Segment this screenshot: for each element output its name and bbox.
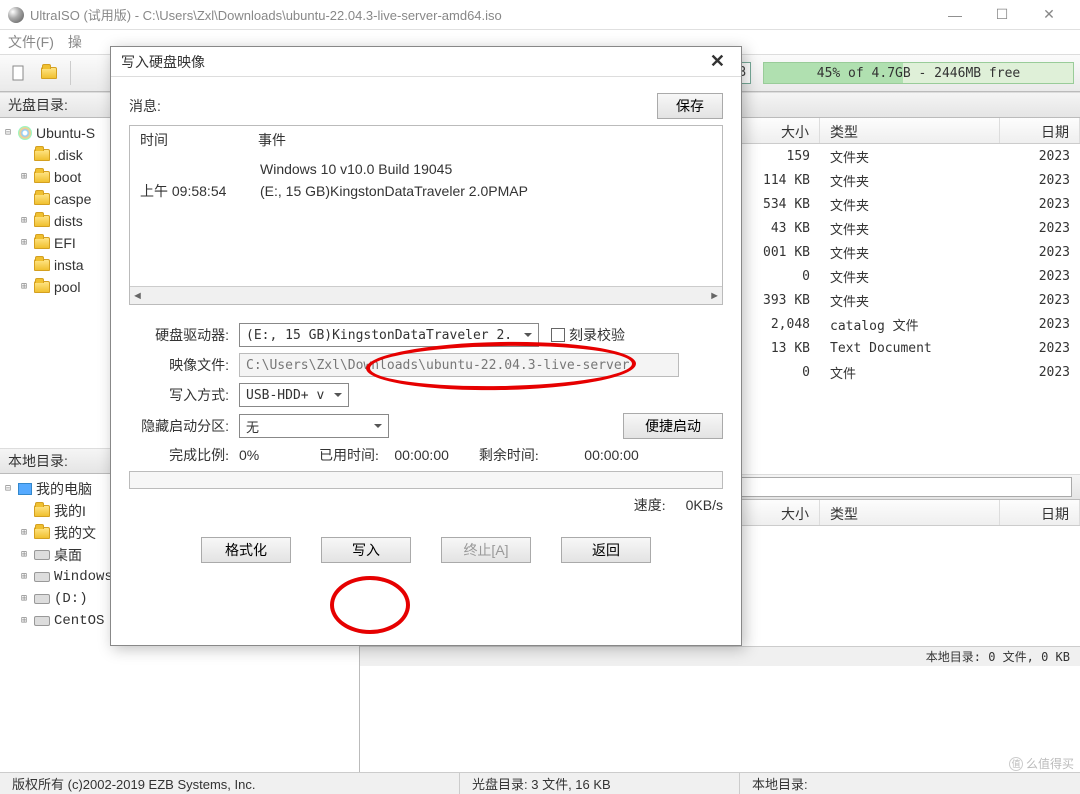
col-time-label: 时间 — [140, 130, 168, 150]
tree-item[interactable]: 我的I — [54, 500, 86, 522]
watermark: 值么值得买 — [1009, 755, 1074, 772]
image-file-label: 映像文件: — [129, 355, 239, 375]
hide-boot-combo[interactable]: 无 — [239, 414, 389, 438]
folder-icon — [34, 237, 50, 249]
capacity-bar: 45% of 4.7GB - 2446MB free — [763, 62, 1074, 84]
tree-item[interactable]: insta — [54, 254, 84, 276]
msg-event: (E:, 15 GB)KingstonDataTraveler 2.0PMAP — [260, 183, 528, 199]
desktop-icon — [34, 550, 50, 560]
status-disc: 光盘目录: 3 文件, 16 KB — [460, 773, 740, 794]
progress-bar — [129, 471, 723, 489]
tb-open-icon[interactable] — [36, 60, 62, 86]
write-disk-image-dialog: 写入硬盘映像 ✕ 消息: 保存 时间 事件 Windows 10 v10.0 B… — [110, 46, 742, 646]
folder-icon — [34, 505, 50, 517]
msg-time: 上午 09:58:54 — [140, 180, 260, 202]
capacity-text: 45% of 4.7GB - 2446MB free — [764, 66, 1073, 81]
speed-label: 速度: — [634, 495, 666, 515]
statusbar: 版权所有 (c)2002-2019 EZB Systems, Inc. 光盘目录… — [0, 772, 1080, 794]
folder-icon — [34, 171, 50, 183]
folder-icon — [34, 149, 50, 161]
col-date[interactable]: 日期 — [1000, 118, 1080, 143]
col-type[interactable]: 类型 — [820, 118, 1000, 143]
done-label: 完成比例: — [129, 445, 239, 465]
tree-item[interactable]: pool — [54, 276, 80, 298]
elapsed-value: 00:00:00 — [379, 447, 479, 463]
scrollbar[interactable]: ◄► — [130, 286, 722, 304]
speed-value: 0KB/s — [686, 497, 723, 513]
tree-item[interactable]: caspe — [54, 188, 91, 210]
folder-icon — [34, 193, 50, 205]
menu-op[interactable]: 操 — [68, 32, 82, 52]
drive-icon — [34, 616, 50, 626]
status-local: 本地目录: — [740, 773, 1080, 794]
drive-icon — [34, 572, 50, 582]
format-button[interactable]: 格式化 — [201, 537, 291, 563]
hdd-combo[interactable]: (E:, 15 GB)KingstonDataTraveler 2. — [239, 323, 539, 347]
window-titlebar: UltraISO (试用版) - C:\Users\Zxl\Downloads\… — [0, 0, 1080, 30]
tree-root[interactable]: Ubuntu-S — [36, 122, 95, 144]
window-maximize-button[interactable]: ☐ — [979, 1, 1025, 29]
window-title: UltraISO (试用版) - C:\Users\Zxl\Downloads\… — [30, 5, 932, 24]
col-type[interactable]: 类型 — [820, 500, 1000, 525]
dialog-title: 写入硬盘映像 — [121, 52, 704, 72]
folder-icon — [34, 527, 50, 539]
tree-root[interactable]: 我的电脑 — [36, 478, 92, 500]
write-button[interactable]: 写入 — [321, 537, 411, 563]
window-minimize-button[interactable]: — — [932, 1, 978, 29]
hdd-label: 硬盘驱动器: — [129, 325, 239, 345]
drive-icon — [34, 594, 50, 604]
tree-item[interactable]: 我的文 — [54, 522, 96, 544]
col-size[interactable]: 大小 — [730, 500, 820, 525]
remain-label: 剩余时间: — [479, 445, 539, 465]
verify-checkbox[interactable] — [551, 328, 565, 342]
hide-boot-label: 隐藏启动分区: — [129, 416, 239, 436]
stop-button: 终止[A] — [441, 537, 531, 563]
write-method-combo[interactable]: USB-HDD+ v — [239, 383, 349, 407]
message-label: 消息: — [129, 96, 161, 116]
elapsed-label: 已用时间: — [319, 445, 379, 465]
dialog-titlebar[interactable]: 写入硬盘映像 ✕ — [111, 47, 741, 77]
menu-file[interactable]: 文件(F) — [8, 32, 54, 52]
message-box: 时间 事件 Windows 10 v10.0 Build 19045 上午 09… — [129, 125, 723, 305]
write-method-label: 写入方式: — [129, 385, 239, 405]
tree-item[interactable]: 桌面 — [54, 544, 82, 566]
image-file-field: C:\Users\Zxl\Downloads\ubuntu-22.04.3-li… — [239, 353, 679, 377]
status-copyright: 版权所有 (c)2002-2019 EZB Systems, Inc. — [0, 773, 460, 794]
verify-label: 刻录校验 — [569, 325, 625, 345]
tree-item[interactable]: EFI — [54, 232, 76, 254]
col-size[interactable]: 大小 — [730, 118, 820, 143]
tree-item[interactable]: .disk — [54, 144, 83, 166]
tb-new-icon[interactable] — [6, 60, 32, 86]
save-button[interactable]: 保存 — [657, 93, 723, 119]
folder-icon — [34, 281, 50, 293]
tree-item[interactable]: boot — [54, 166, 81, 188]
col-date[interactable]: 日期 — [1000, 500, 1080, 525]
local-status: 本地目录: 0 文件, 0 KB — [360, 646, 1080, 666]
app-disc-icon — [8, 7, 24, 23]
back-button[interactable]: 返回 — [561, 537, 651, 563]
col-event-label: 事件 — [258, 130, 286, 150]
done-value: 0% — [239, 447, 319, 463]
folder-icon — [34, 259, 50, 271]
dialog-close-button[interactable]: ✕ — [704, 51, 731, 72]
computer-icon — [18, 483, 32, 495]
folder-icon — [34, 215, 50, 227]
disc-icon — [18, 126, 32, 140]
quick-boot-button[interactable]: 便捷启动 — [623, 413, 723, 439]
window-close-button[interactable]: ✕ — [1026, 1, 1072, 29]
tree-item[interactable]: (D:) — [54, 588, 88, 610]
tree-item[interactable]: dists — [54, 210, 83, 232]
msg-event: Windows 10 v10.0 Build 19045 — [260, 161, 452, 177]
remain-value: 00:00:00 — [539, 447, 639, 463]
